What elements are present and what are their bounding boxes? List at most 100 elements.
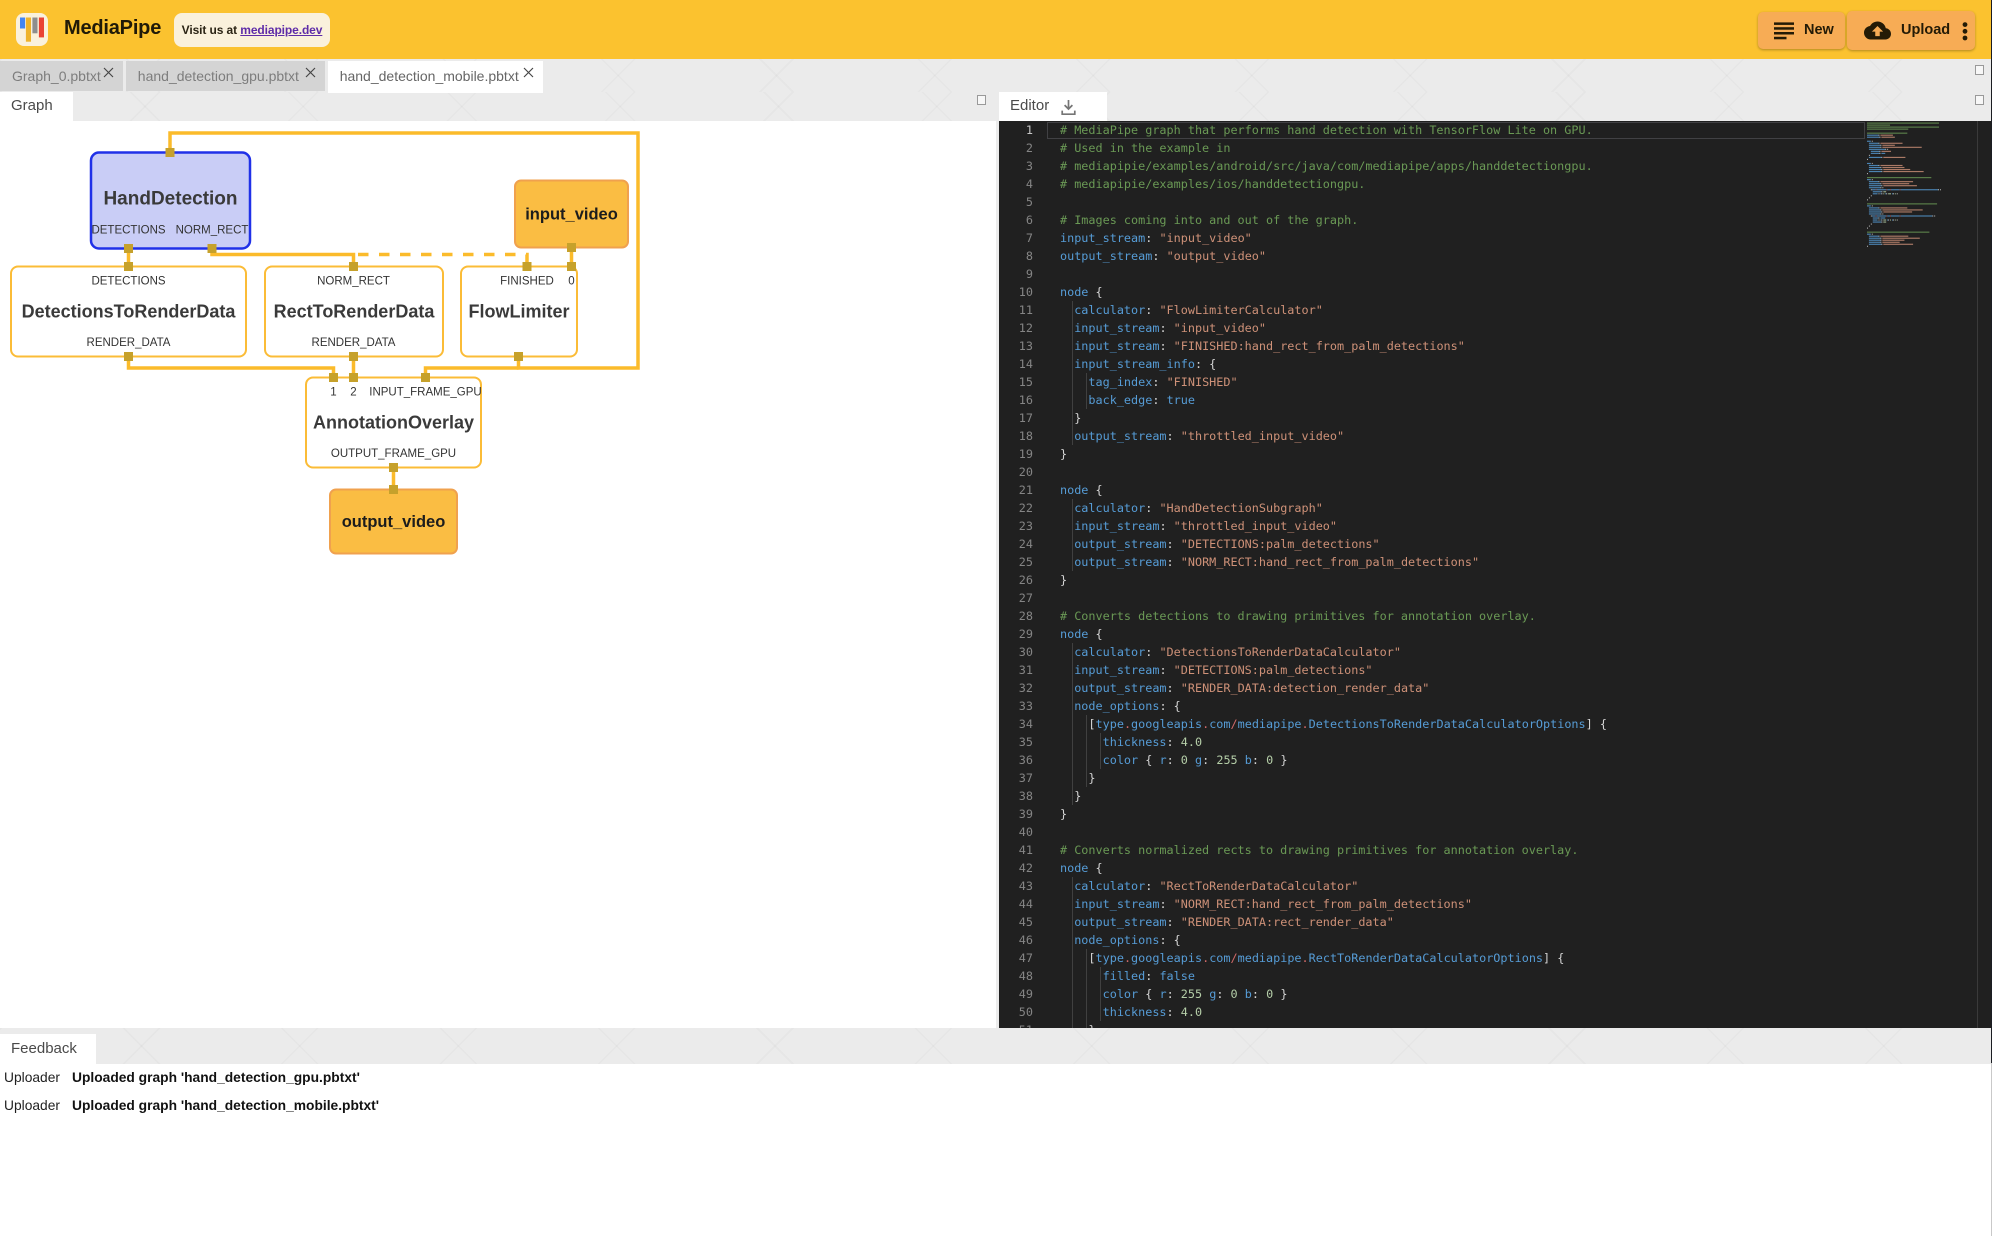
graph-canvas[interactable]: HandDetectionDETECTIONSNORM_RECT input_vi… bbox=[0, 121, 996, 1028]
graph-connector[interactable] bbox=[124, 352, 133, 361]
code-text: output_stream: "NORM_RECT:hand_rect_from… bbox=[1060, 553, 1479, 571]
editor-line[interactable]: 4# mediapipie/examples/ios/handdetection… bbox=[999, 175, 1991, 193]
editor-line[interactable]: 3# mediapipie/examples/android/src/java/… bbox=[999, 157, 1991, 175]
graph-connector[interactable] bbox=[421, 373, 430, 382]
editor-line[interactable]: 20 bbox=[999, 463, 1991, 481]
editor-line[interactable]: 8output_stream: "output_video" bbox=[999, 247, 1991, 265]
line-number: 50 bbox=[999, 1003, 1033, 1021]
editor-line[interactable]: 24 output_stream: "DETECTIONS:palm_detec… bbox=[999, 535, 1991, 553]
mediapipe-dev-link[interactable]: mediapipe.dev bbox=[240, 23, 322, 37]
editor-line[interactable]: 21node { bbox=[999, 481, 1991, 499]
code-text: tag_index: "FINISHED" bbox=[1060, 373, 1238, 391]
editor-line[interactable]: 31 input_stream: "DETECTIONS:palm_detect… bbox=[999, 661, 1991, 679]
maximize-editor-panel-icon[interactable] bbox=[1975, 95, 1985, 105]
download-icon[interactable] bbox=[1059, 98, 1078, 117]
editor-line[interactable]: 33 node_options: { bbox=[999, 697, 1991, 715]
editor-line[interactable]: 2# Used in the example in bbox=[999, 139, 1991, 157]
tab-graph[interactable]: Graph bbox=[0, 92, 73, 121]
editor-line[interactable]: 19} bbox=[999, 445, 1991, 463]
editor-line[interactable]: 26} bbox=[999, 571, 1991, 589]
minimap-token bbox=[1873, 193, 1878, 194]
new-button[interactable]: New bbox=[1758, 12, 1845, 50]
editor-line[interactable]: 43 calculator: "RectToRenderDataCalculat… bbox=[999, 877, 1991, 895]
graph-connector[interactable] bbox=[389, 485, 398, 494]
close-tab-icon[interactable] bbox=[103, 67, 114, 78]
graph-connector[interactable] bbox=[567, 262, 576, 271]
graph-node-HandDetection[interactable]: HandDetectionDETECTIONSNORM_RECT bbox=[91, 152, 250, 248]
file-tab-hand_detection_gpu.pbtxt[interactable]: hand_detection_gpu.pbtxt bbox=[126, 61, 325, 91]
editor-line[interactable]: 18 output_stream: "throttled_input_video… bbox=[999, 427, 1991, 445]
graph-connector[interactable] bbox=[514, 352, 523, 361]
graph-connector[interactable] bbox=[349, 262, 358, 271]
close-tab-icon[interactable] bbox=[523, 67, 534, 78]
editor-line[interactable]: 23 input_stream: "throttled_input_video" bbox=[999, 517, 1991, 535]
editor-line[interactable]: 12 input_stream: "input_video" bbox=[999, 319, 1991, 337]
editor-line[interactable]: 40 bbox=[999, 823, 1991, 841]
editor-line[interactable]: 5 bbox=[999, 193, 1991, 211]
file-tab-Graph_0.pbtxt[interactable]: Graph_0.pbtxt bbox=[0, 61, 123, 91]
editor-line[interactable]: 37 } bbox=[999, 769, 1991, 787]
graph-connector[interactable] bbox=[124, 244, 133, 253]
minimap-token bbox=[1880, 187, 1881, 188]
graph-connector[interactable] bbox=[567, 243, 576, 252]
editor-line[interactable]: 25 output_stream: "NORM_RECT:hand_rect_f… bbox=[999, 553, 1991, 571]
graph-connector[interactable] bbox=[523, 262, 532, 271]
editor-line[interactable]: 27 bbox=[999, 589, 1991, 607]
editor-line[interactable]: 49 color { r: 255 g: 0 b: 0 } bbox=[999, 985, 1991, 1003]
visit-link-pill[interactable]: Visit us at mediapipe.dev bbox=[174, 13, 330, 47]
editor-line[interactable]: 10node { bbox=[999, 283, 1991, 301]
graph-node-FlowLimiter[interactable]: FlowLimiterFINISHED0 bbox=[461, 266, 577, 356]
graph-connector[interactable] bbox=[329, 373, 338, 382]
editor-line[interactable]: 46 node_options: { bbox=[999, 931, 1991, 949]
graph-node-output_video[interactable]: output_video bbox=[330, 489, 457, 553]
graph-node-AnnotationOverlay[interactable]: AnnotationOverlay12INPUT_FRAME_GPUOUTPUT… bbox=[306, 377, 482, 467]
editor-line[interactable]: 35 thickness: 4.0 bbox=[999, 733, 1991, 751]
editor-line[interactable]: 14 input_stream_info: { bbox=[999, 355, 1991, 373]
editor-line[interactable]: 15 tag_index: "FINISHED" bbox=[999, 373, 1991, 391]
graph-node-RectToRenderData[interactable]: RectToRenderDataNORM_RECTRENDER_DATA bbox=[265, 266, 443, 356]
graph-connector[interactable] bbox=[349, 352, 358, 361]
editor-line[interactable]: 42node { bbox=[999, 859, 1991, 877]
editor-line[interactable]: 17 } bbox=[999, 409, 1991, 427]
minimap-token bbox=[1892, 193, 1893, 194]
graph-node-input_video[interactable]: input_video bbox=[515, 180, 628, 247]
editor-line[interactable]: 28# Converts detections to drawing primi… bbox=[999, 607, 1991, 625]
graph-node-DetectionsToRenderData[interactable]: DetectionsToRenderDataDETECTIONSRENDER_D… bbox=[11, 266, 246, 356]
tab-feedback[interactable]: Feedback bbox=[0, 1034, 96, 1064]
editor-line[interactable]: 36 color { r: 0 g: 255 b: 0 } bbox=[999, 751, 1991, 769]
editor-line[interactable]: 16 back_edge: true bbox=[999, 391, 1991, 409]
graph-connector[interactable] bbox=[124, 262, 133, 271]
close-tab-icon[interactable] bbox=[305, 67, 316, 78]
graph-connector[interactable] bbox=[208, 244, 217, 253]
editor-line[interactable]: 32 output_stream: "RENDER_DATA:detection… bbox=[999, 679, 1991, 697]
maximize-graph-panel-icon[interactable] bbox=[977, 95, 987, 105]
editor-line[interactable]: 30 calculator: "DetectionsToRenderDataCa… bbox=[999, 643, 1991, 661]
editor-line[interactable]: 11 calculator: "FlowLimiterCalculator" bbox=[999, 301, 1991, 319]
editor-line[interactable]: 48 filled: false bbox=[999, 967, 1991, 985]
editor-line[interactable]: 6# Images coming into and out of the gra… bbox=[999, 211, 1991, 229]
upload-button[interactable]: Upload bbox=[1847, 11, 1975, 50]
editor-line[interactable]: 9 bbox=[999, 265, 1991, 283]
editor-line[interactable]: 13 input_stream: "FINISHED:hand_rect_fro… bbox=[999, 337, 1991, 355]
editor-line[interactable]: 39} bbox=[999, 805, 1991, 823]
minimap-token bbox=[1880, 235, 1908, 236]
editor-line[interactable]: 44 input_stream: "NORM_RECT:hand_rect_fr… bbox=[999, 895, 1991, 913]
tab-editor[interactable]: Editor bbox=[999, 92, 1107, 121]
editor-line[interactable]: 22 calculator: "HandDetectionSubgraph" bbox=[999, 499, 1991, 517]
editor-line[interactable]: 34 [type.googleapis.com/mediapipe.Detect… bbox=[999, 715, 1991, 733]
file-tab-hand_detection_mobile.pbtxt[interactable]: hand_detection_mobile.pbtxt bbox=[328, 61, 543, 93]
editor-line[interactable]: 50 thickness: 4.0 bbox=[999, 1003, 1991, 1021]
editor-line[interactable]: 41# Converts normalized rects to drawing… bbox=[999, 841, 1991, 859]
editor-line[interactable]: 45 output_stream: "RENDER_DATA:rect_rend… bbox=[999, 913, 1991, 931]
code-editor[interactable]: 1# MediaPipe graph that performs hand de… bbox=[999, 121, 1991, 1028]
kebab-menu-icon[interactable] bbox=[1960, 22, 1970, 42]
editor-line[interactable]: 7input_stream: "input_video" bbox=[999, 229, 1991, 247]
graph-connector[interactable] bbox=[166, 148, 175, 157]
editor-line[interactable]: 38 } bbox=[999, 787, 1991, 805]
maximize-tab-bar-icon[interactable] bbox=[1975, 65, 1985, 75]
editor-line[interactable]: 47 [type.googleapis.com/mediapipe.RectTo… bbox=[999, 949, 1991, 967]
editor-minimap[interactable] bbox=[1867, 121, 1977, 321]
graph-connector[interactable] bbox=[349, 373, 358, 382]
editor-line[interactable]: 29node { bbox=[999, 625, 1991, 643]
graph-connector[interactable] bbox=[389, 463, 398, 472]
